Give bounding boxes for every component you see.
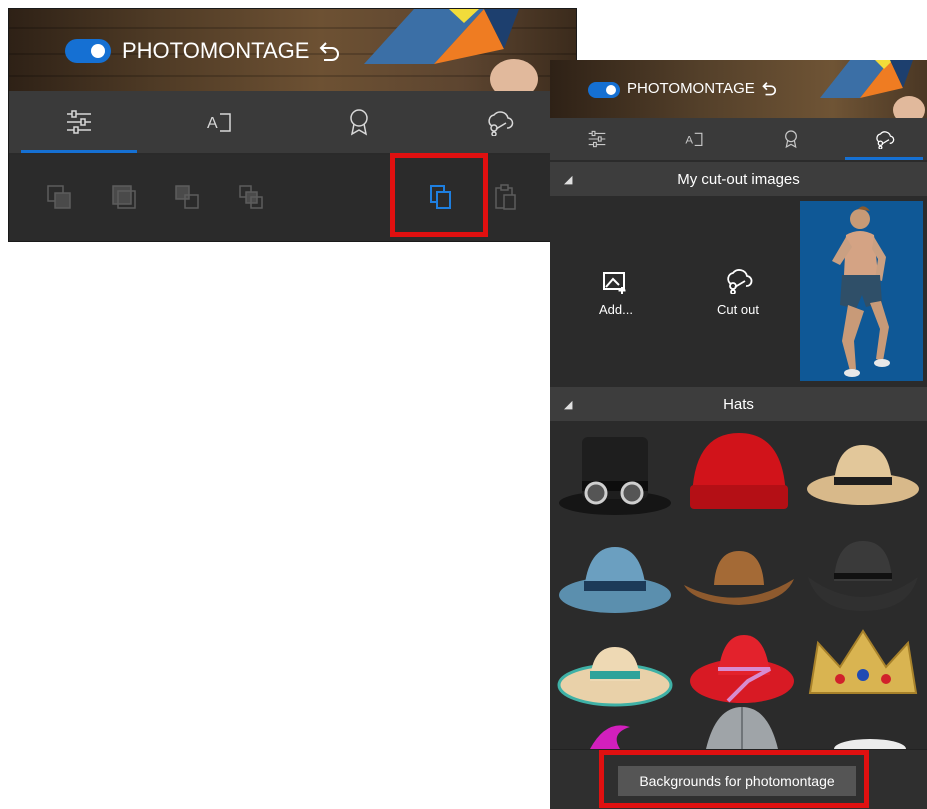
teal-sun-hat-image: [557, 647, 673, 707]
tab-text[interactable]: A: [647, 118, 741, 160]
toggle-knob: [606, 85, 616, 95]
straw-cowboy-hat-image: [807, 445, 919, 505]
tab-photomontage[interactable]: [441, 91, 557, 153]
tab-stickers[interactable]: [301, 91, 417, 153]
svg-text:A: A: [207, 115, 218, 132]
section-title: Hats: [723, 395, 754, 413]
pink-feather-hat-image: [590, 725, 630, 749]
svg-text:A: A: [685, 134, 693, 146]
highlight-backgrounds-button: [599, 750, 869, 808]
hat-brown-cowboy[interactable]: [680, 535, 798, 623]
toggle-knob: [91, 44, 105, 58]
hat-pink-feather[interactable]: [580, 717, 698, 749]
cloud-scissors-icon: [488, 111, 514, 136]
cut-out-label: Cut out: [717, 302, 759, 317]
hat-straw-cowboy[interactable]: [804, 433, 922, 521]
cut-out-button[interactable]: Cut out: [678, 266, 798, 317]
tab-photomontage[interactable]: [845, 118, 923, 160]
black-top-hat-image: [559, 437, 671, 515]
tab-bar: A: [550, 118, 927, 160]
section-title: My cut-out images: [677, 170, 800, 188]
undo-icon[interactable]: [316, 39, 342, 65]
collapse-triangle-icon: ◢: [564, 174, 573, 186]
header-banner: PHOTOMONTAGE: [9, 9, 576, 91]
paste-icon: [495, 184, 516, 210]
bring-to-front-button[interactable]: [167, 177, 207, 217]
sliders-icon: [588, 130, 606, 148]
collapse-triangle-icon: ◢: [564, 399, 573, 411]
bring-forward-icon: [47, 185, 71, 209]
golden-crown-image: [808, 629, 918, 694]
tangram-decoration: [364, 9, 538, 91]
text-box-icon: A: [685, 132, 703, 146]
cloud-scissors-icon: [727, 269, 753, 294]
hat-metal-helmet[interactable]: [702, 705, 820, 749]
add-cutout-button[interactable]: Add...: [556, 270, 676, 317]
hat-black-top-hat[interactable]: [556, 431, 674, 519]
black-cowboy-hat-image: [808, 541, 918, 611]
section-header-hats[interactable]: ◢ Hats: [550, 387, 927, 421]
hat-white[interactable]: [830, 735, 927, 749]
hat-red-floppy[interactable]: [680, 623, 798, 711]
hats-gallery: [550, 421, 927, 749]
hat-golden-crown[interactable]: [804, 623, 922, 711]
banner-title: PHOTOMONTAGE: [627, 80, 755, 97]
red-beanie-image: [690, 433, 788, 509]
hat-red-beanie[interactable]: [680, 429, 798, 517]
hat-black-cowboy[interactable]: [804, 531, 922, 619]
tab-bar: A: [9, 91, 576, 153]
header-banner: PHOTOMONTAGE: [550, 60, 927, 118]
bring-to-front-icon: [175, 185, 199, 209]
banner-title: PHOTOMONTAGE: [122, 38, 310, 63]
red-floppy-hat-image: [690, 635, 794, 703]
tab-text[interactable]: A: [161, 91, 277, 153]
toolbar-zoom-panel: PHOTOMONTAGE A: [8, 8, 577, 242]
send-to-back-icon: [239, 185, 263, 209]
cutout-gallery: Add... Cut out: [550, 196, 927, 386]
tangram-decoration: [820, 60, 925, 118]
sliders-icon: [67, 110, 91, 134]
send-backward-button[interactable]: [104, 177, 144, 217]
arrange-toolbar: [9, 155, 576, 241]
blue-fedora-image: [559, 547, 671, 613]
hat-teal-sun-hat[interactable]: [556, 627, 674, 715]
paste-button[interactable]: [485, 177, 525, 217]
running-man-image: [832, 206, 890, 377]
photomontage-toggle[interactable]: [65, 39, 111, 63]
ribbon-badge-icon: [350, 109, 368, 136]
text-box-icon: A: [207, 113, 231, 132]
add-cutout-label: Add...: [599, 302, 633, 317]
tab-adjustments[interactable]: [21, 91, 137, 153]
add-image-icon: [603, 272, 626, 294]
highlight-copy-button: [390, 153, 488, 237]
bring-forward-button[interactable]: [39, 177, 79, 217]
send-to-back-button[interactable]: [231, 177, 271, 217]
photomontage-toggle[interactable]: [588, 82, 620, 98]
section-header-cutouts[interactable]: ◢ My cut-out images: [550, 162, 927, 196]
metal-helmet-image: [706, 707, 778, 749]
white-hat-image: [834, 739, 906, 749]
undo-icon[interactable]: [760, 80, 778, 98]
running-man-cutout[interactable]: [800, 201, 923, 381]
cloud-scissors-icon: [876, 131, 895, 149]
tab-adjustments[interactable]: [550, 118, 644, 160]
send-backward-icon: [112, 185, 136, 209]
tab-stickers[interactable]: [744, 118, 838, 160]
hat-blue-fedora[interactable]: [556, 535, 674, 623]
brown-cowboy-hat-image: [684, 551, 794, 605]
photomontage-side-panel: PHOTOMONTAGE A ◢ My cut-out images Add..…: [550, 60, 927, 809]
ribbon-badge-icon: [785, 130, 797, 149]
